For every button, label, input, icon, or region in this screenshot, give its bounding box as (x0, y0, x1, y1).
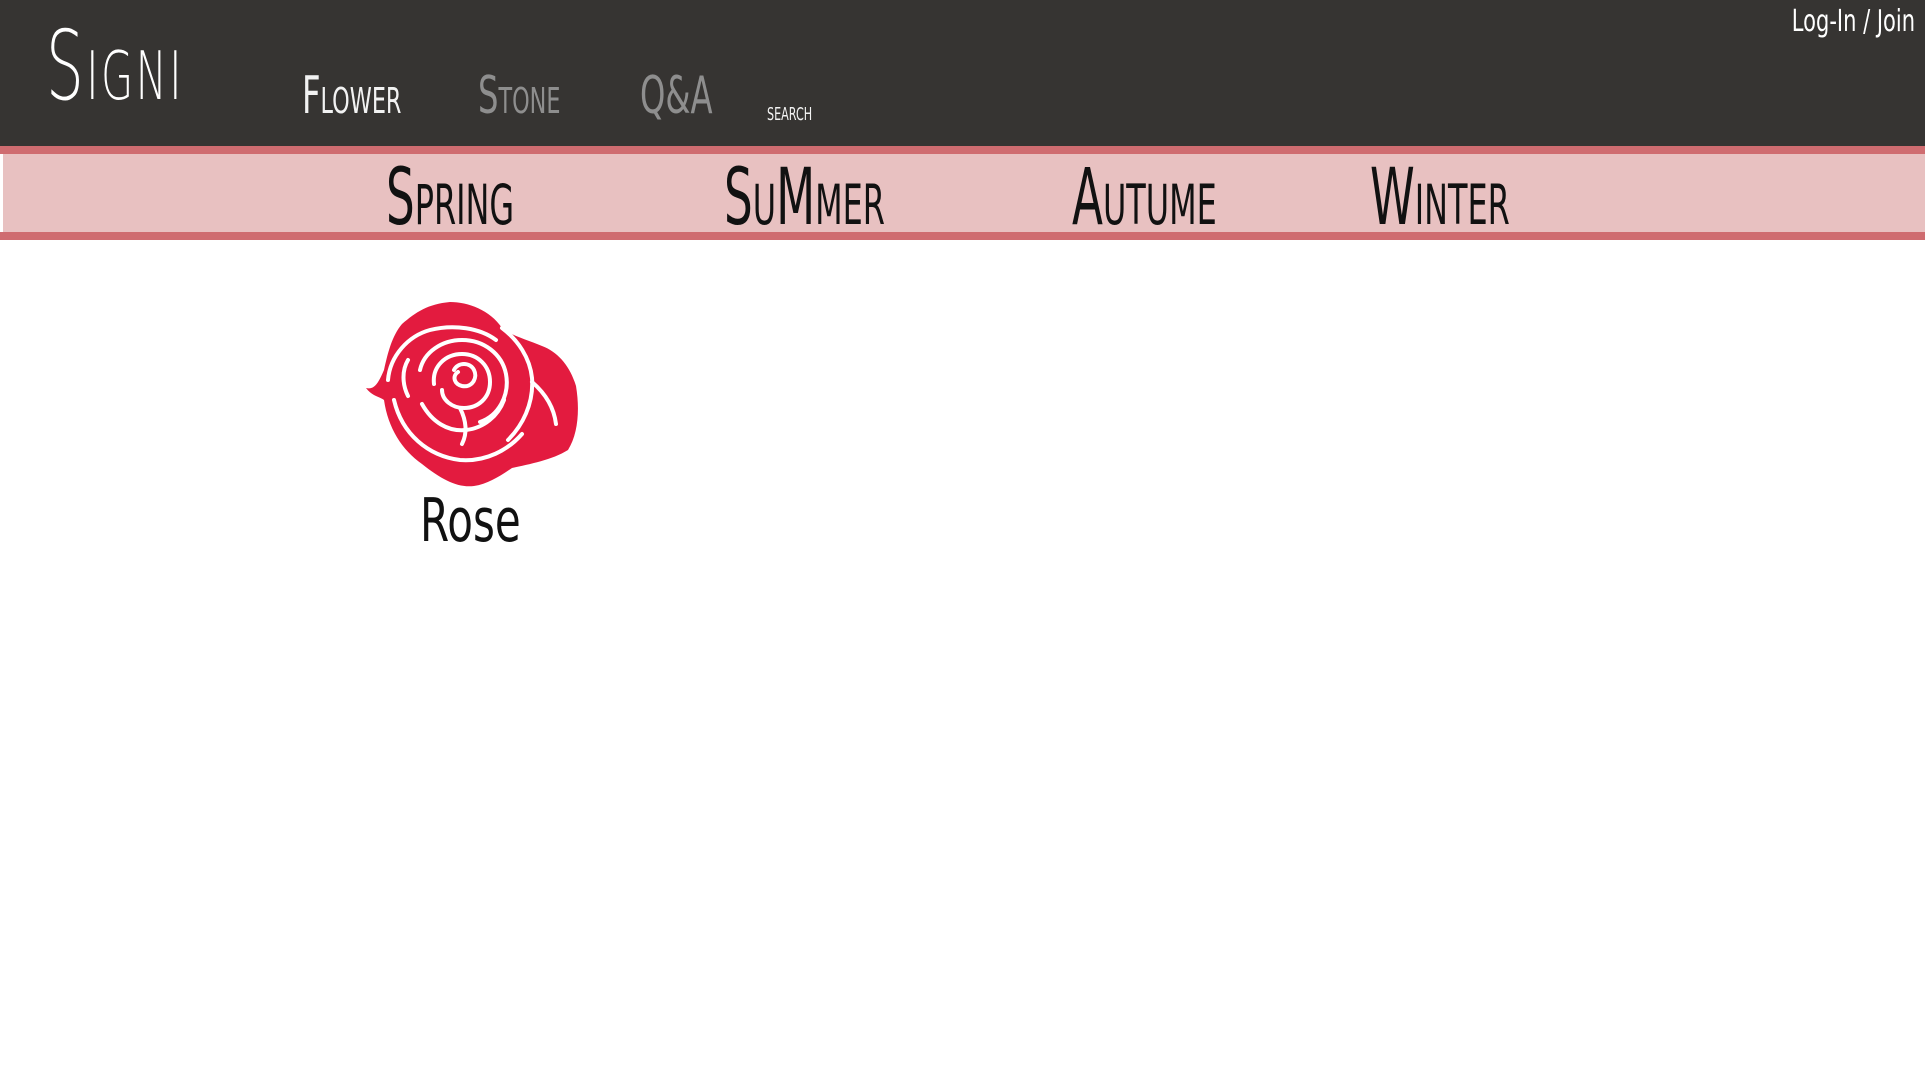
season-tab-spring[interactable]: Spring (386, 158, 514, 238)
nav-search[interactable]: search (767, 97, 812, 127)
season-tab-winter[interactable]: Winter (1370, 158, 1510, 238)
top-header: Signi Flower Stone Q&A search Log-In / J… (0, 0, 1925, 146)
login-join-link[interactable]: Log-In / Join (1792, 4, 1915, 39)
season-nav: Spring SuMmer Autume Winter (0, 146, 1925, 240)
flower-card-rose[interactable]: Rose (362, 300, 584, 556)
flower-name-label: Rose (420, 486, 521, 556)
season-tab-autume[interactable]: Autume (1072, 158, 1217, 238)
page: Signi Flower Stone Q&A search Log-In / J… (0, 0, 1925, 1080)
nav-stone[interactable]: Stone (478, 66, 560, 126)
season-tab-summer[interactable]: SuMmer (724, 158, 885, 238)
nav-flower[interactable]: Flower (302, 66, 401, 126)
rose-icon (366, 302, 578, 487)
brand-logo[interactable]: Signi (46, 6, 184, 126)
nav-qa[interactable]: Q&A (640, 66, 713, 126)
